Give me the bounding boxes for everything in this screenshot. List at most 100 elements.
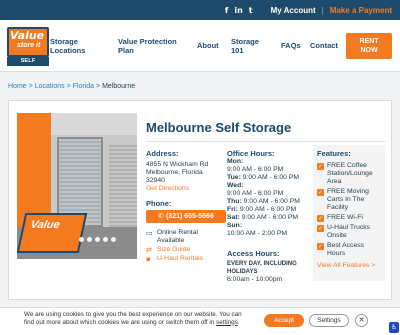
services-list: ▭ Online Rental Available ⇄ Size Guide ▪…	[146, 229, 226, 264]
service-label: Online Rental Available	[156, 229, 199, 244]
nav-contact[interactable]: Contact	[310, 41, 338, 50]
feature-item: ✓ FREE Moving Carts In The Facility	[317, 188, 381, 212]
breadcrumb-current: Melbourne	[102, 83, 136, 90]
carousel-dot[interactable]	[87, 237, 92, 242]
feature-label: FREE Coffee Station/Lounge Area	[327, 162, 373, 185]
hours-day-wed: Wed:	[227, 182, 244, 189]
cookie-text: We are using cookies to give you the bes…	[24, 311, 242, 326]
logo-word-storeit: store it	[17, 42, 41, 49]
rent-now-button[interactable]: RENT NOW	[346, 33, 392, 59]
check-icon: ✓	[317, 243, 324, 250]
hours-row-fri: Fri: 9:00 AM - 6:00 PM	[227, 206, 313, 214]
nav-value-protection-plan[interactable]: Value Protection Plan	[118, 37, 184, 55]
cookie-settings-button[interactable]: Settings	[309, 314, 349, 327]
access-hours-days: EVERY DAY, INCLUDING HOLIDAYS	[227, 261, 297, 275]
linkedin-icon[interactable]: in	[234, 6, 242, 15]
value-store-it-logo[interactable]: Value store it SELF STORAGE	[7, 27, 49, 73]
check-icon: ✓	[317, 163, 324, 170]
hours-day-fri: Fri:	[227, 206, 238, 213]
rent-now-label: RENT NOW	[359, 38, 379, 54]
hours-row-tue: Tue: 9:00 AM - 6:00 PM	[227, 174, 313, 182]
carousel-dot[interactable]	[103, 237, 108, 242]
site-header: Value store it SELF STORAGE Storage Loca…	[0, 20, 400, 73]
breadcrumb-separator: >	[96, 83, 101, 90]
logo-word-value: Value	[10, 29, 45, 42]
breadcrumb-locations[interactable]: Locations	[35, 83, 65, 90]
service-uhaul-rentals[interactable]: ▪ U-Haul Rentals	[146, 255, 226, 263]
service-size-guide[interactable]: ⇄ Size Guide	[146, 246, 226, 254]
photo-floor-logo: Value	[17, 213, 88, 253]
nav-storage-locations[interactable]: Storage Locations	[50, 37, 110, 55]
address-heading: Address:	[146, 149, 179, 158]
hours-day-sun: Sun:	[227, 222, 243, 229]
carousel-dot[interactable]	[111, 237, 116, 242]
phone-number: (321) 655-5566	[165, 213, 214, 220]
cookie-accept-button[interactable]: Accept	[264, 314, 304, 327]
nav-label: Storage Locations	[50, 37, 86, 55]
title-divider	[146, 141, 386, 142]
breadcrumb-florida[interactable]: Florida	[73, 83, 94, 90]
breadcrumb-home[interactable]: Home	[8, 83, 27, 90]
twitter-icon[interactable]: t	[249, 6, 253, 15]
size-guide-link[interactable]: Size Guide	[157, 246, 190, 253]
hours-time-wed: 9:00 AM - 6:00 PM	[227, 190, 284, 197]
uhaul-rentals-link[interactable]: U-Haul Rentals	[157, 255, 203, 262]
phone-heading: Phone:	[146, 199, 172, 208]
view-all-features-link[interactable]: View All Features >	[317, 262, 381, 269]
phone-icon: ✆	[158, 212, 165, 220]
address-line: 32940	[146, 177, 165, 184]
access-hours: Access Hours: EVERY DAY, INCLUDING HOLID…	[227, 249, 315, 284]
my-account-link[interactable]: My Account	[271, 6, 316, 15]
cookie-banner: We are using cookies to give you the bes…	[0, 307, 400, 335]
carousel-dot[interactable]	[95, 237, 100, 242]
top-bar: f in t My Account | Make a Payment	[0, 0, 400, 20]
hours-day-mon: Mon:	[227, 158, 244, 165]
features-panel: Features: ✓ FREE Coffee Station/Lounge Ar…	[313, 145, 385, 281]
check-icon: ✓	[317, 225, 324, 232]
hours-time-thu: 9:00 AM - 6:00 PM	[243, 198, 300, 205]
cookie-settings-link[interactable]: settings	[216, 319, 238, 326]
hours-day-tue: Tue:	[227, 174, 241, 181]
feature-item: ✓ FREE Wi-Fi	[317, 214, 381, 222]
logo-band: SELF STORAGE	[7, 57, 49, 73]
hours-row-thu: Thu: 9:00 AM - 6:00 PM	[227, 198, 313, 206]
location-title: Melbourne Self Storage	[146, 120, 292, 135]
accessibility-icon[interactable]: ♿	[389, 322, 399, 333]
address-line: Melbourne, Florida	[146, 169, 203, 176]
feature-label: FREE Moving Carts In The Facility	[327, 188, 369, 211]
cookie-text-end: .	[237, 318, 240, 326]
get-directions-link[interactable]: Get Directions	[146, 185, 218, 192]
feature-item: ✓ U-Haul Trucks Onsite	[317, 224, 381, 240]
close-icon[interactable]: ✕	[355, 314, 368, 327]
feature-label: U-Haul Trucks Onsite	[327, 224, 371, 239]
feature-item: ✓ FREE Coffee Station/Lounge Area	[317, 162, 381, 186]
hours-time-fri: 9:00 AM - 6:00 PM	[239, 206, 297, 213]
topbar-separator: |	[321, 5, 324, 15]
check-icon: ✓	[317, 215, 324, 222]
nav-about[interactable]: About	[197, 41, 219, 50]
hours-time-sun: 10:00 AM - 2:00 PM	[227, 230, 288, 237]
hours-time-mon: 9:00 AM - 6:00 PM	[227, 166, 284, 173]
feature-label: Best Access Hours	[327, 242, 365, 257]
make-payment-link[interactable]: Make a Payment	[330, 6, 392, 15]
nav-faqs[interactable]: FAQs	[281, 41, 301, 50]
nav-storage-101[interactable]: Storage 101	[231, 37, 265, 55]
breadcrumb: Home > Locations > Florida > Melbourne	[8, 83, 135, 90]
carousel-dot[interactable]	[79, 237, 84, 242]
hours-time-tue: 9:00 AM - 6:00 PM	[242, 174, 300, 181]
carousel-dots[interactable]	[79, 237, 116, 242]
breadcrumb-separator: >	[66, 83, 71, 90]
feature-label: FREE Wi-Fi	[327, 214, 363, 221]
address-text: 4855 N Wickham Rd Melbourne, Florida 329…	[146, 161, 218, 185]
truck-icon: ▪	[146, 255, 151, 263]
service-online-rental[interactable]: ▭ Online Rental Available	[146, 229, 226, 245]
breadcrumb-separator: >	[28, 83, 33, 90]
facility-photo[interactable]: Value	[17, 113, 137, 259]
nav-label: Value Protection Plan	[118, 37, 177, 55]
phone-button[interactable]: ✆ (321) 655-5566	[146, 210, 226, 223]
facebook-icon[interactable]: f	[225, 6, 228, 15]
social-links: f in t	[225, 6, 253, 15]
cookie-message: We are using cookies to give you the bes…	[24, 311, 252, 326]
nav-label: Storage 101	[231, 37, 259, 55]
photo-storage-door-right	[109, 143, 137, 227]
